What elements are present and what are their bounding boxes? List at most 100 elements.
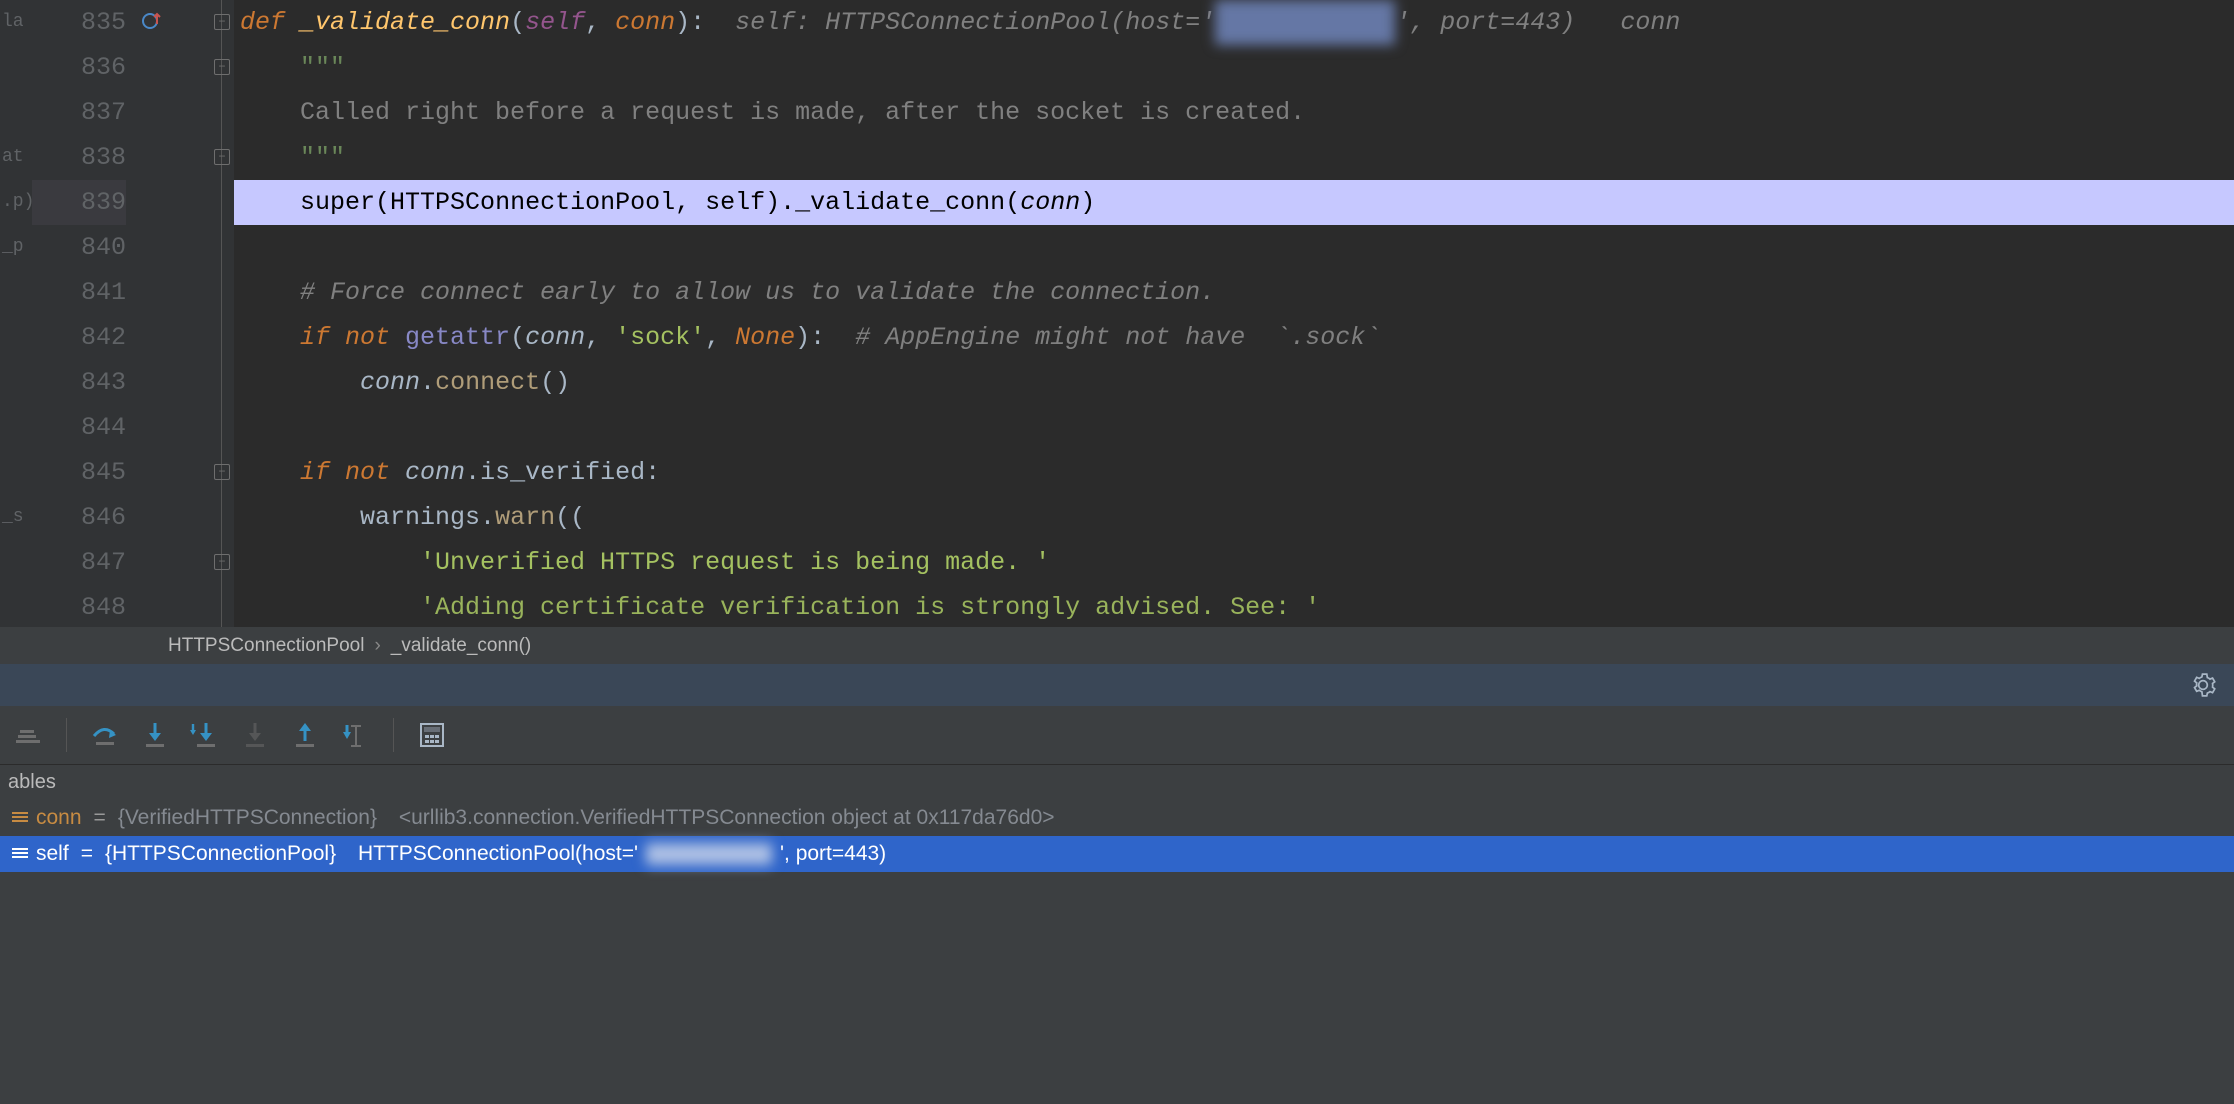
fold-marker-icon[interactable]: − xyxy=(214,59,230,75)
code-line[interactable]: """ xyxy=(234,135,2234,180)
docstring-quote: """ xyxy=(300,143,345,172)
line-number[interactable]: 841 xyxy=(32,270,126,315)
inlay-hint: self: xyxy=(705,8,825,37)
evaluate-expression-icon[interactable] xyxy=(410,713,454,757)
toolbar-separator xyxy=(393,718,394,752)
line-number[interactable]: 835 xyxy=(32,0,126,45)
line-number[interactable]: 845 xyxy=(32,450,126,495)
code-line[interactable] xyxy=(234,225,2234,270)
code-line[interactable] xyxy=(234,405,2234,450)
variable-name: self xyxy=(36,842,69,866)
line-number[interactable]: 847 xyxy=(32,540,126,585)
equals-sign: = xyxy=(81,842,93,866)
show-execution-point-icon[interactable] xyxy=(6,713,50,757)
fold-marker-icon[interactable]: − xyxy=(214,14,230,30)
line-number-gutter[interactable]: 835 836 837 838 839 840 841 842 843 844 … xyxy=(32,0,140,627)
breadcrumb-separator-icon: › xyxy=(374,635,380,657)
docstring-text: Called right before a request is made, a… xyxy=(300,98,1305,127)
inlay-hint: ', port=443) xyxy=(1395,8,1575,37)
margin-label xyxy=(0,360,32,405)
punct: (( xyxy=(555,503,585,532)
code-line[interactable]: 'Unverified HTTPS request is being made.… xyxy=(234,540,2234,585)
punct: () xyxy=(540,368,570,397)
margin-label xyxy=(0,270,32,315)
punct: . xyxy=(420,368,435,397)
code-line[interactable]: Called right before a request is made, a… xyxy=(234,90,2234,135)
margin-label: _s xyxy=(0,495,32,540)
builtin-getattr: getattr xyxy=(405,323,510,352)
line-number[interactable]: 842 xyxy=(32,315,126,360)
variable-type: {VerifiedHTTPSConnection} xyxy=(118,806,377,830)
variable-row[interactable]: self={HTTPSConnectionPool} HTTPSConnecti… xyxy=(0,836,2234,872)
variable-value: <urllib3.connection.VerifiedHTTPSConnect… xyxy=(399,806,1055,830)
fold-marker-icon[interactable]: − xyxy=(214,554,230,570)
margin-label: at xyxy=(0,135,32,180)
line-number[interactable]: 846 xyxy=(32,495,126,540)
step-into-my-code-icon[interactable] xyxy=(183,713,227,757)
gear-icon[interactable] xyxy=(2190,672,2216,698)
variable-name: conn xyxy=(36,806,82,830)
margin-label: la xyxy=(0,0,32,45)
obscured-host: xxxxxxxxxxxx xyxy=(646,842,772,866)
code-line[interactable]: """ xyxy=(234,45,2234,90)
line-number[interactable]: 838 xyxy=(32,135,126,180)
variable-row[interactable]: conn={VerifiedHTTPSConnection} <urllib3.… xyxy=(0,800,2234,836)
line-number[interactable]: 840 xyxy=(32,225,126,270)
var-conn: conn xyxy=(360,368,420,397)
step-over-icon[interactable] xyxy=(83,713,127,757)
code-line[interactable]: if not getattr(conn, 'sock', None): # Ap… xyxy=(234,315,2234,360)
margin-label xyxy=(0,315,32,360)
fold-marker-icon[interactable]: − xyxy=(214,149,230,165)
panel-empty-area xyxy=(0,872,2234,1104)
step-into-icon[interactable] xyxy=(133,713,177,757)
string-literal: 'Adding certificate verification is stro… xyxy=(420,593,1320,622)
code-line[interactable]: warnings.warn(( xyxy=(234,495,2234,540)
code-editor[interactable]: def _validate_conn(self, conn): self: HT… xyxy=(234,0,2234,627)
margin-label xyxy=(0,450,32,495)
gutter-icon-column xyxy=(140,0,212,627)
line-number[interactable]: 839 xyxy=(32,180,126,225)
punct: ( xyxy=(1005,188,1020,217)
punct: ( xyxy=(510,323,525,352)
punct: , xyxy=(585,323,615,352)
variables-header-label: ables xyxy=(8,771,56,794)
comment: # AppEngine might not have `.sock` xyxy=(825,323,1380,352)
param-conn: conn xyxy=(615,8,675,37)
code-line[interactable]: conn.connect() xyxy=(234,360,2234,405)
margin-label xyxy=(0,405,32,450)
fold-column: − − − − − xyxy=(212,0,234,627)
code-line[interactable]: # Force connect early to allow us to val… xyxy=(234,270,2234,315)
override-method-icon[interactable] xyxy=(142,10,164,32)
line-number[interactable]: 844 xyxy=(32,405,126,450)
line-number[interactable]: 837 xyxy=(32,90,126,135)
execution-line[interactable]: super(HTTPSConnectionPool, self)._valida… xyxy=(234,180,2234,225)
inlay-hint: conn xyxy=(1575,8,1680,37)
variable-value: HTTPSConnectionPool(host=' xyxy=(358,842,638,866)
punct: ) xyxy=(1080,188,1095,217)
margin-label xyxy=(0,45,32,90)
code-line[interactable]: if not conn.is_verified: xyxy=(234,450,2234,495)
punct: ( xyxy=(510,8,525,37)
breadcrumb-class[interactable]: HTTPSConnectionPool xyxy=(168,635,364,657)
line-number[interactable]: 836 xyxy=(32,45,126,90)
param-self: self xyxy=(525,8,585,37)
none-literal: None xyxy=(735,323,795,352)
force-step-into-icon[interactable] xyxy=(233,713,277,757)
fold-marker-icon[interactable]: − xyxy=(214,464,230,480)
builtin-super: super xyxy=(300,188,375,217)
keyword-not: not xyxy=(345,323,405,352)
breadcrumb-method[interactable]: _validate_conn() xyxy=(391,635,531,657)
code-line[interactable]: def _validate_conn(self, conn): self: HT… xyxy=(234,0,2234,45)
keyword-if: if xyxy=(300,323,345,352)
margin-label xyxy=(0,540,32,585)
keyword-not: not xyxy=(345,458,405,487)
breadcrumb-bar: HTTPSConnectionPool › _validate_conn() xyxy=(0,627,2234,664)
line-number[interactable]: 848 xyxy=(32,585,126,630)
variables-panel-header[interactable]: ables xyxy=(0,764,2234,800)
line-number[interactable]: 843 xyxy=(32,360,126,405)
code-line[interactable]: 'Adding certificate verification is stro… xyxy=(234,585,2234,627)
step-out-icon[interactable] xyxy=(283,713,327,757)
punct: , xyxy=(585,8,615,37)
punct: ): xyxy=(675,8,705,37)
run-to-cursor-icon[interactable] xyxy=(333,713,377,757)
